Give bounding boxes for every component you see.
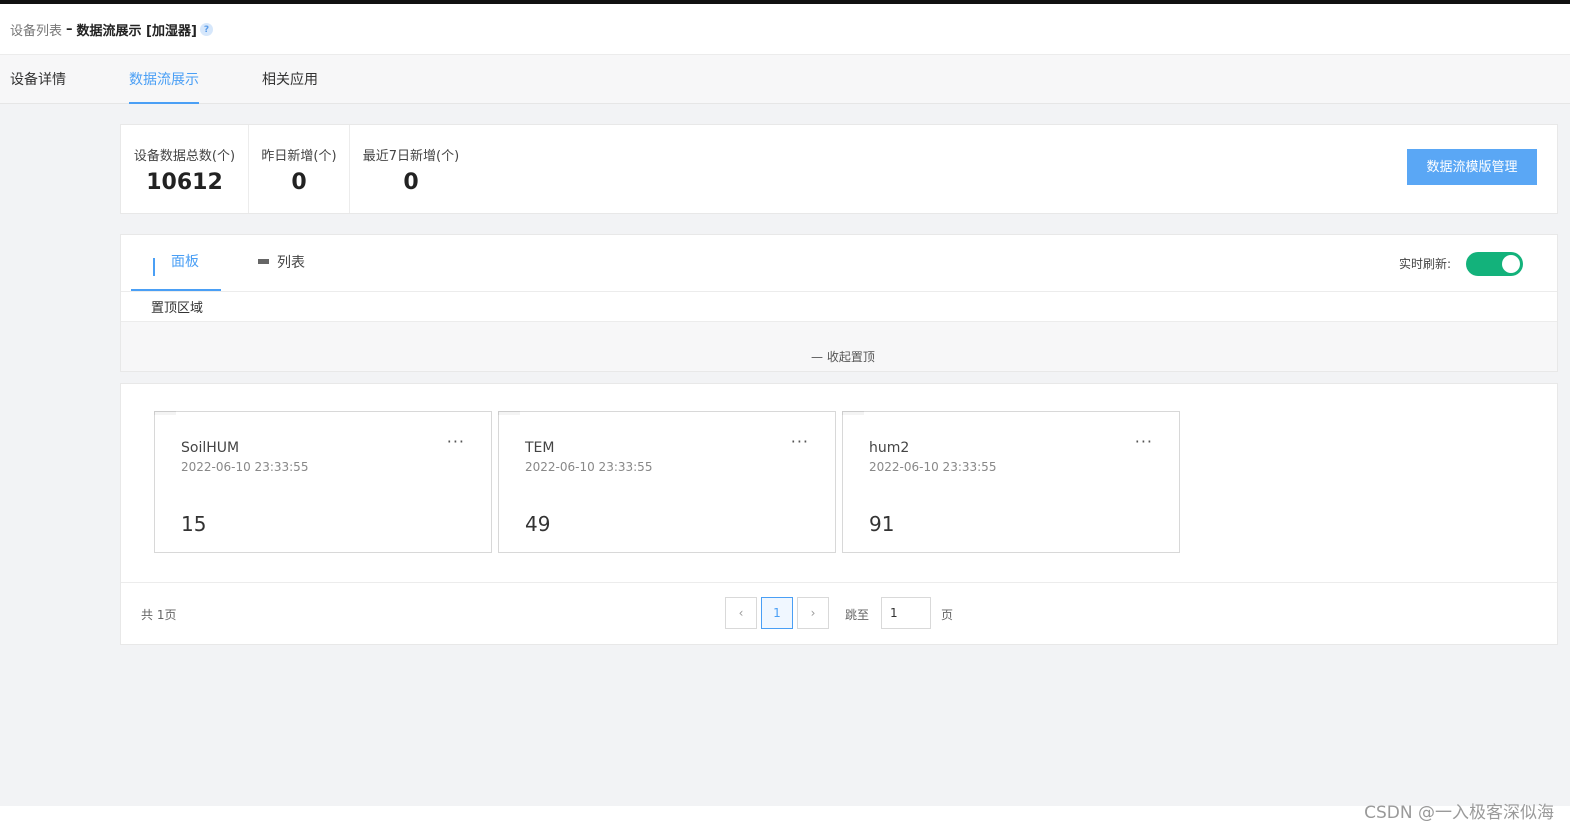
page-button-1[interactable]: 1 <box>761 597 793 629</box>
stat-label: 设备数据总数(个) <box>133 149 236 164</box>
stat-7days: 最近7日新增(个) 0 <box>350 125 472 213</box>
card-name: SoilHUM <box>181 440 240 456</box>
realtime-refresh-label: 实时刷新: <box>1398 257 1451 271</box>
breadcrumb-separator: – <box>66 22 73 37</box>
list-icon <box>258 259 269 267</box>
template-management-button[interactable]: 数据流模版管理 <box>1407 149 1537 185</box>
collapse-pinned-button[interactable]: — 收起置顶 <box>811 348 875 365</box>
divider <box>121 582 1557 583</box>
datastream-card[interactable]: SoilHUM 2022-06-10 23:33:55 ··· 15 <box>154 411 492 553</box>
top-border <box>0 0 1570 4</box>
card-value: 91 <box>869 512 895 536</box>
stat-label: 最近7日新增(个) <box>362 149 460 164</box>
card-name: hum2 <box>869 440 910 456</box>
tab-panel-label: 面板 <box>171 254 199 270</box>
prev-page-button[interactable]: ‹ <box>725 597 757 629</box>
tab-list-view[interactable]: 列表 <box>258 235 338 291</box>
breadcrumb: 设备列表 – 数据流展示 [加湿器] ? <box>10 20 213 39</box>
card-value: 15 <box>181 512 207 536</box>
card-corner-tab <box>154 411 176 415</box>
datastream-card[interactable]: hum2 2022-06-10 23:33:55 ··· 91 <box>842 411 1180 553</box>
tab-data-stream[interactable]: 数据流展示 <box>129 55 199 104</box>
view-panel: 面板 列表 实时刷新: 置顶区域 — 收起置顶 <box>120 234 1558 372</box>
breadcrumb-device-list-link[interactable]: 设备列表 <box>10 20 62 39</box>
tab-list-label: 列表 <box>277 255 305 271</box>
stats-panel: 设备数据总数(个) 10612 昨日新增(个) 0 最近7日新增(个) 0 数据… <box>120 124 1558 214</box>
stat-value: 10612 <box>146 170 223 195</box>
stat-total: 设备数据总数(个) 10612 <box>121 125 249 213</box>
tab-related-apps[interactable]: 相关应用 <box>262 55 318 104</box>
jump-page-input[interactable] <box>881 597 931 629</box>
more-icon[interactable]: ··· <box>447 432 465 451</box>
tab-device-details[interactable]: 设备详情 <box>10 55 66 104</box>
help-icon[interactable]: ? <box>199 23 213 36</box>
pinned-area: — 收起置顶 <box>121 321 1557 371</box>
page-suffix-label: 页 <box>941 608 954 622</box>
divider <box>121 291 1557 292</box>
card-timestamp: 2022-06-10 23:33:55 <box>869 460 997 474</box>
more-icon[interactable]: ··· <box>1135 432 1153 451</box>
card-timestamp: 2022-06-10 23:33:55 <box>525 460 653 474</box>
total-pages: 共 1页 <box>141 608 177 622</box>
realtime-refresh-toggle[interactable] <box>1466 252 1523 276</box>
card-value: 49 <box>525 512 551 536</box>
main-tabs: 设备详情 数据流展示 相关应用 <box>0 54 1570 104</box>
next-page-button[interactable]: › <box>797 597 829 629</box>
stat-yesterday: 昨日新增(个) 0 <box>249 125 350 213</box>
jump-to-label: 跳至 <box>845 608 870 622</box>
datastream-card[interactable]: TEM 2022-06-10 23:33:55 ··· 49 <box>498 411 836 553</box>
cards-panel: SoilHUM 2022-06-10 23:33:55 ··· 15 TEM 2… <box>120 383 1558 645</box>
page-title: 数据流展示 [加湿器] <box>76 24 197 39</box>
tab-panel-view[interactable]: 面板 <box>131 235 221 291</box>
watermark: CSDN @一入极客深似海 <box>1364 803 1554 823</box>
stat-label: 昨日新增(个) <box>261 149 337 164</box>
card-name: TEM <box>525 440 555 456</box>
grid-icon <box>153 258 163 276</box>
stat-value: 0 <box>403 170 419 195</box>
card-timestamp: 2022-06-10 23:33:55 <box>181 460 309 474</box>
toggle-knob <box>1502 255 1520 273</box>
stat-value: 0 <box>291 170 307 195</box>
card-corner-tab <box>842 411 864 415</box>
card-corner-tab <box>498 411 520 415</box>
more-icon[interactable]: ··· <box>791 432 809 451</box>
pinned-area-title: 置顶区域 <box>151 301 204 316</box>
